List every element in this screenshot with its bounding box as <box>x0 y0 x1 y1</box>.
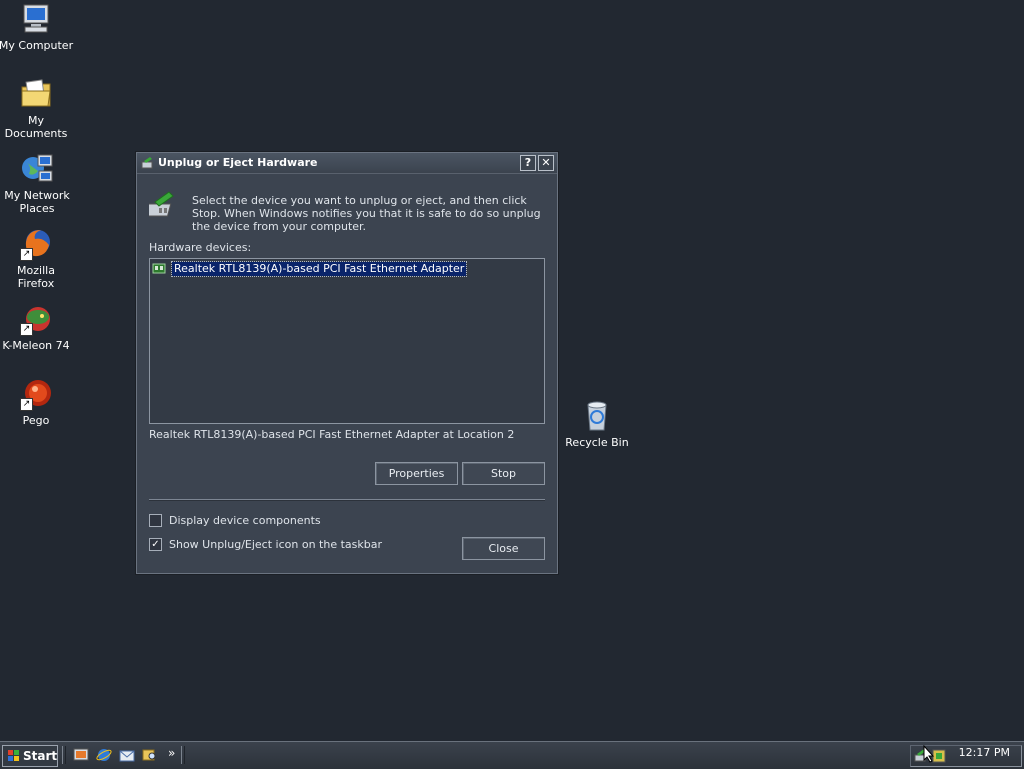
display-components-label: Display device components <box>169 514 321 527</box>
show-icon-label: Show Unplug/Eject icon on the taskbar <box>169 538 382 551</box>
device-name: Realtek RTL8139(A)-based PCI Fast Ethern… <box>170 261 468 277</box>
stop-button[interactable]: Stop <box>462 462 545 485</box>
desktop-icon-label: K-Meleon 74 <box>2 339 70 352</box>
hardware-devices-label: Hardware devices: <box>149 241 252 254</box>
pego-icon: ↗ <box>19 377 53 411</box>
network-places-icon <box>20 152 54 186</box>
internet-explorer-icon[interactable] <box>96 747 112 763</box>
show-icon-row[interactable]: ✓ Show Unplug/Eject icon on the taskbar <box>149 538 382 551</box>
shortcut-arrow-icon: ↗ <box>20 248 33 261</box>
desktop-icon-label: Mozilla Firefox <box>17 264 55 290</box>
divider <box>149 499 545 501</box>
display-components-checkbox[interactable] <box>149 514 162 527</box>
taskbar: Start » 12:17 PM <box>0 741 1024 769</box>
start-label: Start <box>23 749 58 763</box>
desktop-icon-my-documents[interactable]: My Documents <box>0 77 74 140</box>
list-item[interactable]: Realtek RTL8139(A)-based PCI Fast Ethern… <box>152 261 468 277</box>
close-button[interactable]: Close <box>462 537 545 560</box>
unplug-hardware-icon <box>141 156 155 170</box>
properties-button[interactable]: Properties <box>375 462 458 485</box>
mouse-cursor-icon <box>923 745 935 763</box>
dialog-instructions: Select the device you want to unplug or … <box>192 194 541 233</box>
shortcut-arrow-icon: ↗ <box>20 323 33 336</box>
search-icon[interactable] <box>142 747 158 763</box>
windows-logo-icon <box>7 749 21 763</box>
desktop-icon-mozilla-firefox[interactable]: ↗ Mozilla Firefox <box>0 227 74 290</box>
desktop-icon-recycle-bin[interactable]: Recycle Bin <box>559 399 635 449</box>
folder-documents-icon <box>19 77 53 111</box>
kmeleon-icon: ↗ <box>19 302 53 336</box>
desktop-icon-my-computer[interactable]: My Computer <box>0 2 74 52</box>
show-desktop-icon[interactable] <box>73 747 89 763</box>
help-button[interactable]: ? <box>520 155 536 171</box>
firefox-icon: ↗ <box>19 227 53 261</box>
unplug-hardware-large-icon <box>142 188 183 222</box>
quicklaunch-separator <box>62 746 66 764</box>
desktop-icon-label: My Documents <box>4 114 68 140</box>
shortcut-arrow-icon: ↗ <box>20 398 33 411</box>
dialog-titlebar[interactable]: Unplug or Eject Hardware ? ✕ <box>137 153 557 174</box>
recycle-bin-icon <box>580 399 614 433</box>
network-adapter-icon <box>152 263 166 275</box>
computer-icon <box>19 2 53 36</box>
start-button[interactable]: Start <box>2 745 58 767</box>
device-location-text: Realtek RTL8139(A)-based PCI Fast Ethern… <box>149 428 515 441</box>
desktop-icon-label: Pego <box>22 414 50 427</box>
close-window-button[interactable]: ✕ <box>538 155 554 171</box>
desktop-icon-pego[interactable]: ↗ Pego <box>0 377 74 427</box>
taskbar-separator <box>181 746 185 764</box>
quicklaunch-more-chevron[interactable]: » <box>168 746 175 760</box>
dialog-title: Unplug or Eject Hardware <box>158 156 318 169</box>
desktop-icon-my-network-places[interactable]: My Network Places <box>0 152 76 215</box>
desktop-icon-label: Recycle Bin <box>565 436 629 449</box>
unplug-eject-dialog: Unplug or Eject Hardware ? ✕ Select the … <box>136 152 558 574</box>
display-components-row[interactable]: Display device components <box>149 514 321 527</box>
desktop-icon-label: My Network Places <box>4 189 70 215</box>
hardware-devices-list[interactable]: Realtek RTL8139(A)-based PCI Fast Ethern… <box>149 258 545 424</box>
show-icon-checkbox[interactable]: ✓ <box>149 538 162 551</box>
email-icon[interactable] <box>119 747 135 763</box>
desktop-icon-k-meleon[interactable]: ↗ K-Meleon 74 <box>0 302 74 352</box>
desktop-icon-label: My Computer <box>0 39 74 52</box>
clock[interactable]: 12:17 PM <box>959 746 1010 759</box>
